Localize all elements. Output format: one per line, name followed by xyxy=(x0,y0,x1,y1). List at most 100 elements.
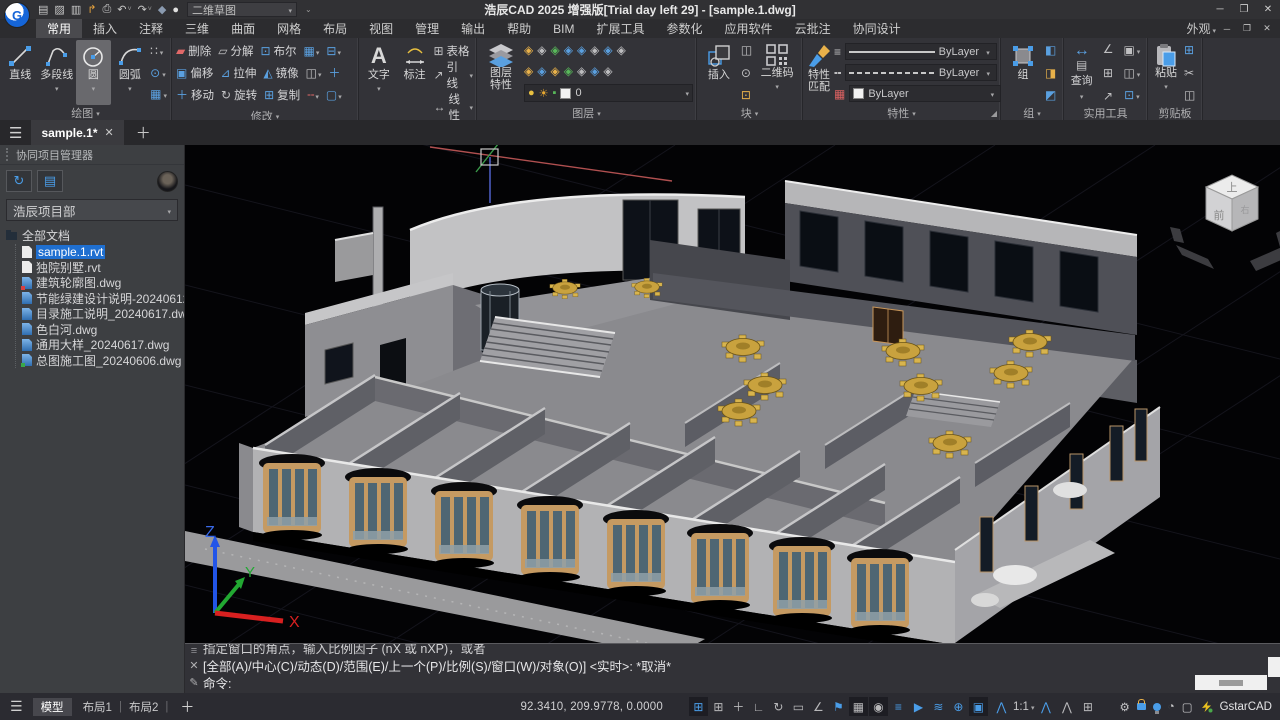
publish-icon[interactable]: ◆ xyxy=(156,1,168,18)
quick-select-button[interactable] xyxy=(1123,43,1140,57)
layer-change-icon[interactable] xyxy=(590,64,599,78)
appearance-menu[interactable]: 外观 xyxy=(1186,20,1216,37)
file-item[interactable]: 节能绿建设计说明-20240612.dwg xyxy=(22,291,184,307)
dynamic-input-icon[interactable]: ▭ xyxy=(789,697,808,716)
layer-lock-state-icon[interactable] xyxy=(553,87,557,99)
toolbar-overflow-icon[interactable]: ⌄ xyxy=(305,5,312,14)
arc-button[interactable]: 圆弧 xyxy=(113,40,148,105)
undo-icon[interactable]: ↶˅ xyxy=(115,1,133,18)
ruler-icon[interactable] xyxy=(1076,59,1087,71)
layer-freeze-icon[interactable] xyxy=(537,43,546,57)
text-button[interactable]: A 文字 xyxy=(362,40,396,126)
panel-caption-draw[interactable]: 绘图 xyxy=(0,105,171,120)
qrcode-button[interactable]: 二维码 xyxy=(755,40,799,105)
lineweight-dropdown[interactable]: ByLayer xyxy=(845,43,997,60)
menu-tab-output[interactable]: 输出 xyxy=(450,19,496,38)
layer-unlock-icon[interactable] xyxy=(550,43,559,57)
tab-layout2[interactable]: 布局2 xyxy=(124,699,163,715)
stretch-button[interactable]: 拉伸 xyxy=(220,65,256,81)
annotation-visibility-icon[interactable] xyxy=(1057,697,1076,716)
user-avatar[interactable] xyxy=(157,171,178,192)
gstarcad-logo-icon[interactable]: G xyxy=(4,2,30,28)
panel-caption-properties[interactable]: 特性◢ xyxy=(803,105,1000,120)
layer-delete-icon[interactable] xyxy=(577,64,586,78)
menu-tab-cloud-markup[interactable]: 云批注 xyxy=(784,19,842,38)
layer-dropdown[interactable]: 0 xyxy=(524,84,693,102)
doc-minimize-button[interactable]: ─ xyxy=(1218,21,1236,36)
menu-tab-view[interactable]: 视图 xyxy=(358,19,404,38)
menu-tab-mesh[interactable]: 网格 xyxy=(266,19,312,38)
select-similar-button[interactable] xyxy=(1124,88,1140,102)
calculator-icon[interactable] xyxy=(1103,67,1113,79)
workspace-switch-icon[interactable] xyxy=(1078,697,1097,716)
zoom-tool-icon[interactable]: ⊕ xyxy=(949,697,968,716)
paste-button[interactable]: 粘贴 xyxy=(1151,40,1181,105)
chevron-down-icon[interactable]: ˅ xyxy=(148,6,152,13)
offset-button[interactable]: 偏移 xyxy=(176,65,213,81)
drawing-viewport[interactable]: 上 前 右 Z Y X xyxy=(185,145,1280,643)
color-dropdown[interactable]: ByLayer xyxy=(849,85,1001,102)
measure-icon[interactable] xyxy=(1074,43,1090,59)
linear-button[interactable]: 线性 xyxy=(433,91,473,123)
snap-mode-icon[interactable]: ⊞ xyxy=(709,697,728,716)
hatch-tools-button[interactable] xyxy=(150,87,167,101)
group-button[interactable]: 组 xyxy=(1004,40,1042,105)
polyline-button[interactable]: 多段线 xyxy=(40,40,75,105)
open-folder-icon[interactable]: ▨ xyxy=(52,1,66,18)
line-button[interactable]: 直线 xyxy=(3,40,38,105)
sync-button[interactable] xyxy=(6,170,32,192)
break-button[interactable] xyxy=(307,88,319,102)
panel-caption-group[interactable]: 组 xyxy=(1001,105,1063,120)
copy-clip-button[interactable] xyxy=(1184,44,1195,56)
group-select-button[interactable] xyxy=(1045,89,1056,101)
tab-model[interactable]: 模型 xyxy=(33,698,72,716)
layer-walk-icon[interactable] xyxy=(590,43,599,57)
doc-close-button[interactable]: ✕ xyxy=(1258,21,1276,36)
file-item[interactable]: 建筑轮廓图.dwg xyxy=(22,275,184,291)
join-button[interactable] xyxy=(329,67,341,79)
hatch-display-icon[interactable]: ▦ xyxy=(849,697,868,716)
erase-button[interactable]: 删除 xyxy=(176,43,211,59)
annotation-scale-icon[interactable] xyxy=(992,697,1011,716)
circle-button[interactable]: 圆 xyxy=(76,40,111,105)
folder-all-documents[interactable]: 全部文档 xyxy=(6,227,184,244)
close-button[interactable]: ✕ xyxy=(1256,1,1280,18)
clean-screen-page-icon[interactable] xyxy=(1182,700,1193,714)
menu-tab-manage[interactable]: 管理 xyxy=(404,19,450,38)
workspace-select[interactable]: 二维草图 xyxy=(187,2,297,17)
ungroup-button[interactable] xyxy=(1045,44,1056,56)
performance-icon[interactable] xyxy=(1168,701,1175,713)
block-attr-button[interactable] xyxy=(741,89,752,101)
new-file-icon[interactable]: ▤ xyxy=(36,1,50,18)
boolean-button[interactable]: 布尔 xyxy=(260,43,296,59)
new-tab-button[interactable]: ＋ xyxy=(124,122,163,143)
restore-button[interactable]: ❐ xyxy=(1232,1,1256,18)
polar-tracking-icon[interactable]: ↻ xyxy=(769,697,788,716)
export-icon[interactable]: ↱ xyxy=(85,1,98,18)
group-edit-button[interactable] xyxy=(1045,67,1056,79)
layer-merge-icon[interactable] xyxy=(577,43,586,57)
menu-tab-apps[interactable]: 应用软件 xyxy=(714,19,784,38)
drag-handle[interactable] xyxy=(6,148,10,161)
layer-copy-icon[interactable] xyxy=(603,64,612,78)
new-layout-button[interactable]: ＋ xyxy=(170,697,204,717)
layer-on-icon[interactable] xyxy=(524,43,533,57)
menu-tab-help[interactable]: 帮助 xyxy=(496,19,542,38)
file-item[interactable]: 总图施工图_20240606.dwg xyxy=(22,353,184,369)
chevron-down-icon[interactable]: ˅ xyxy=(127,6,131,13)
layer-properties-button[interactable]: 图层特性 xyxy=(480,40,522,105)
copy-nested-button[interactable] xyxy=(1123,66,1140,80)
chat-icon[interactable]: ● xyxy=(170,1,181,18)
panel-caption-clipboard[interactable]: 剪贴板 xyxy=(1148,105,1202,120)
scale-button[interactable] xyxy=(326,88,342,102)
grip-icon[interactable] xyxy=(191,645,197,657)
move-button[interactable]: 移动 xyxy=(176,87,214,103)
layer-sun-icon[interactable] xyxy=(539,87,549,100)
layer-off-icon[interactable] xyxy=(524,64,533,78)
panel-caption-block[interactable]: 块 xyxy=(697,105,802,120)
color-palette-icon[interactable] xyxy=(834,88,845,100)
menu-tab-express[interactable]: 扩展工具 xyxy=(586,19,656,38)
angle-icon[interactable] xyxy=(1103,43,1114,55)
menu-tab-collaboration[interactable]: 协同设计 xyxy=(842,19,912,38)
annotation-scale-value[interactable]: 1:1 xyxy=(1013,701,1029,713)
